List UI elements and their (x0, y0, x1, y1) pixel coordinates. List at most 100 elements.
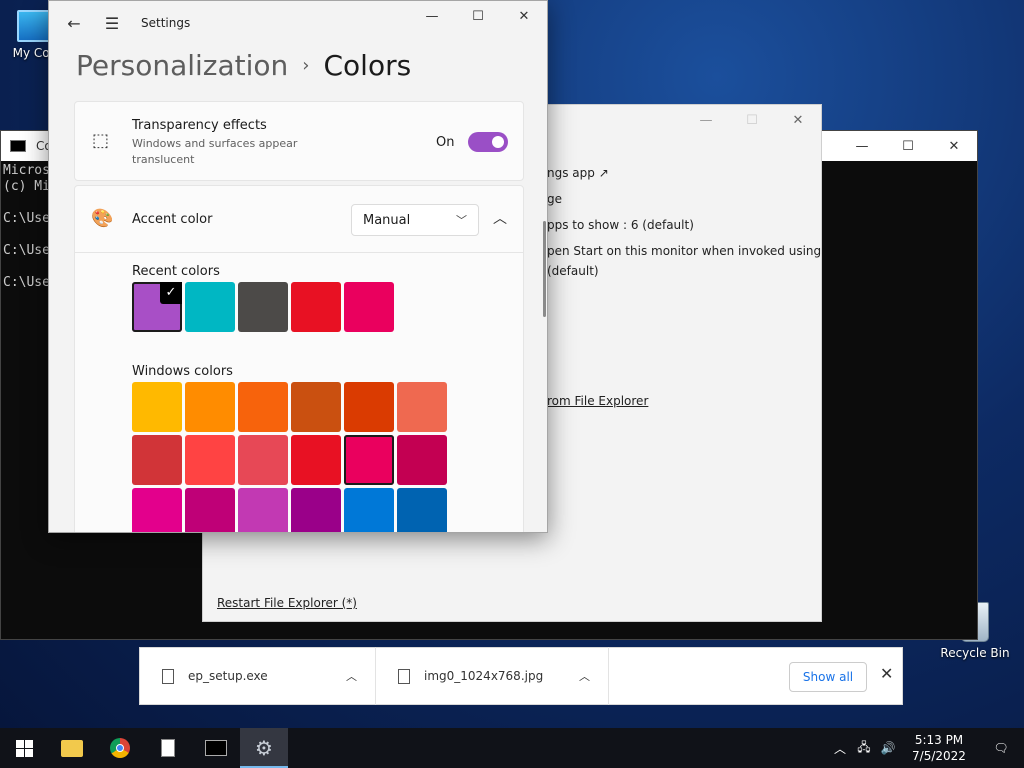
transparency-title: Transparency effects (132, 118, 267, 133)
minimize-button[interactable]: — (839, 131, 885, 161)
back-arrow-icon[interactable]: ← (59, 14, 89, 33)
chevron-right-icon: › (302, 55, 310, 76)
accent-mode-value: Manual (363, 213, 411, 228)
windows-colors-label: Windows colors (132, 364, 233, 379)
taskbar-file-explorer[interactable] (48, 728, 96, 768)
recent-colors-label: Recent colors (132, 264, 220, 279)
system-tray: ︿ 🖧 🔊 5:13 PM 7/5/2022 🗨 (828, 728, 1024, 768)
ep-option-line[interactable]: (default) (547, 264, 599, 278)
chevron-up-icon[interactable]: ︿ (579, 668, 590, 684)
settings-titlebar[interactable]: ← ☰ Settings — ☐ ✕ (49, 1, 547, 45)
accent-color-card: 🎨 Accent color Manual ﹀ ︿ Recent colors … (74, 185, 524, 532)
clock[interactable]: 5:13 PM 7/5/2022 (900, 732, 978, 764)
taskbar-chrome[interactable] (96, 728, 144, 768)
windows-color-swatch[interactable] (238, 382, 288, 432)
transparency-toggle[interactable] (468, 132, 508, 152)
taskbar: ⚙ ︿ 🖧 🔊 5:13 PM 7/5/2022 🗨 (0, 728, 1024, 768)
maximize-button[interactable]: ☐ (455, 1, 501, 31)
chevron-up-icon[interactable]: ︿ (346, 668, 357, 684)
ep-link[interactable]: rom File Explorer (547, 394, 648, 408)
windows-color-swatch[interactable] (344, 488, 394, 532)
network-icon[interactable]: 🖧 (852, 738, 876, 759)
gear-icon: ⚙ (255, 736, 273, 760)
palette-icon: 🎨 (91, 208, 114, 229)
chevron-up-icon[interactable]: ︿ (493, 208, 507, 228)
windows-color-swatch[interactable] (291, 488, 341, 532)
volume-icon[interactable]: 🔊 (876, 741, 900, 755)
download-filename: img0_1024x768.jpg (424, 669, 544, 683)
windows-color-swatch[interactable] (344, 382, 394, 432)
windows-color-swatch[interactable] (397, 382, 447, 432)
windows-color-swatch[interactable] (397, 488, 447, 532)
chrome-icon (110, 738, 130, 758)
maximize-button[interactable]: ☐ (885, 131, 931, 161)
recent-color-swatch[interactable]: ✓ (132, 282, 182, 332)
ep-option-line[interactable]: ge (547, 192, 562, 206)
windows-color-swatch[interactable] (185, 488, 235, 532)
close-button[interactable]: ✕ (775, 105, 821, 135)
windows-color-swatch[interactable] (397, 435, 447, 485)
taskbar-cmd[interactable] (192, 728, 240, 768)
close-button[interactable]: ✕ (931, 131, 977, 161)
windows-color-swatch[interactable] (238, 488, 288, 532)
desktop-icon-label: Recycle Bin (940, 646, 1010, 660)
downloads-bar: ep_setup.exe ︿ img0_1024x768.jpg ︿ Show … (139, 647, 903, 705)
chevron-up-icon[interactable]: ︿ (828, 740, 852, 757)
windows-logo-icon (15, 739, 33, 757)
recent-color-swatch[interactable] (185, 282, 235, 332)
breadcrumb: Personalization › Colors (76, 49, 411, 82)
page-title: Colors (323, 49, 412, 82)
transparency-sparkle-icon: ⬚ (92, 130, 110, 151)
file-icon (162, 668, 174, 684)
windows-color-swatch[interactable] (132, 488, 182, 532)
cmd-icon (10, 140, 26, 152)
transparency-subtitle: Windows and surfaces appear translucent (132, 137, 298, 166)
accent-mode-dropdown[interactable]: Manual ﹀ (351, 204, 479, 236)
windows-color-swatch[interactable] (238, 435, 288, 485)
notification-icon[interactable]: 🗨 (978, 741, 1024, 755)
download-item[interactable]: ep_setup.exe ︿ (140, 647, 376, 705)
windows-color-swatch[interactable] (185, 382, 235, 432)
terminal-icon (205, 740, 227, 756)
taskbar-notepad[interactable] (144, 728, 192, 768)
windows-color-swatch[interactable] (185, 435, 235, 485)
maximize-button[interactable]: ☐ (729, 105, 775, 135)
taskbar-settings[interactable]: ⚙ (240, 728, 288, 768)
close-button[interactable]: ✕ (501, 1, 547, 31)
checkmark-icon: ✓ (160, 282, 182, 304)
windows-color-swatch[interactable] (291, 382, 341, 432)
clock-time: 5:13 PM (914, 733, 964, 747)
close-icon[interactable]: ✕ (880, 664, 893, 683)
download-item[interactable]: img0_1024x768.jpg ︿ (376, 647, 609, 705)
windows-color-swatch[interactable] (291, 435, 341, 485)
ep-option-line[interactable]: pen Start on this monitor when invoked u… (547, 244, 821, 258)
ep-option-line[interactable]: ngs app ↗ (547, 166, 609, 180)
document-icon (161, 739, 175, 757)
file-icon (398, 668, 410, 684)
minimize-button[interactable]: — (683, 105, 729, 135)
clock-date: 7/5/2022 (912, 749, 966, 763)
windows-color-swatch[interactable] (132, 435, 182, 485)
recent-color-swatch[interactable] (291, 282, 341, 332)
folder-icon (61, 739, 83, 757)
app-title: Settings (141, 16, 191, 30)
start-button[interactable] (0, 728, 48, 768)
chevron-down-icon: ﹀ (456, 214, 467, 227)
divider (75, 252, 523, 253)
recent-color-swatch[interactable] (344, 282, 394, 332)
ep-option-line[interactable]: pps to show : 6 (default) (547, 218, 694, 232)
download-filename: ep_setup.exe (188, 669, 268, 683)
hamburger-menu-icon[interactable]: ☰ (97, 14, 127, 33)
minimize-button[interactable]: — (409, 1, 455, 31)
toggle-state-label: On (436, 135, 455, 150)
transparency-card: ⬚ Transparency effects Windows and surfa… (74, 101, 524, 181)
breadcrumb-parent[interactable]: Personalization (76, 49, 288, 82)
settings-window[interactable]: ← ☰ Settings — ☐ ✕ Personalization › Col… (48, 0, 548, 533)
scrollbar[interactable] (543, 221, 546, 317)
recent-color-swatch[interactable] (238, 282, 288, 332)
accent-color-title: Accent color (132, 212, 213, 227)
windows-color-swatch[interactable] (344, 435, 394, 485)
restart-explorer-link[interactable]: Restart File Explorer (*) (217, 596, 357, 610)
windows-color-swatch[interactable] (132, 382, 182, 432)
show-all-button[interactable]: Show all (789, 662, 867, 692)
